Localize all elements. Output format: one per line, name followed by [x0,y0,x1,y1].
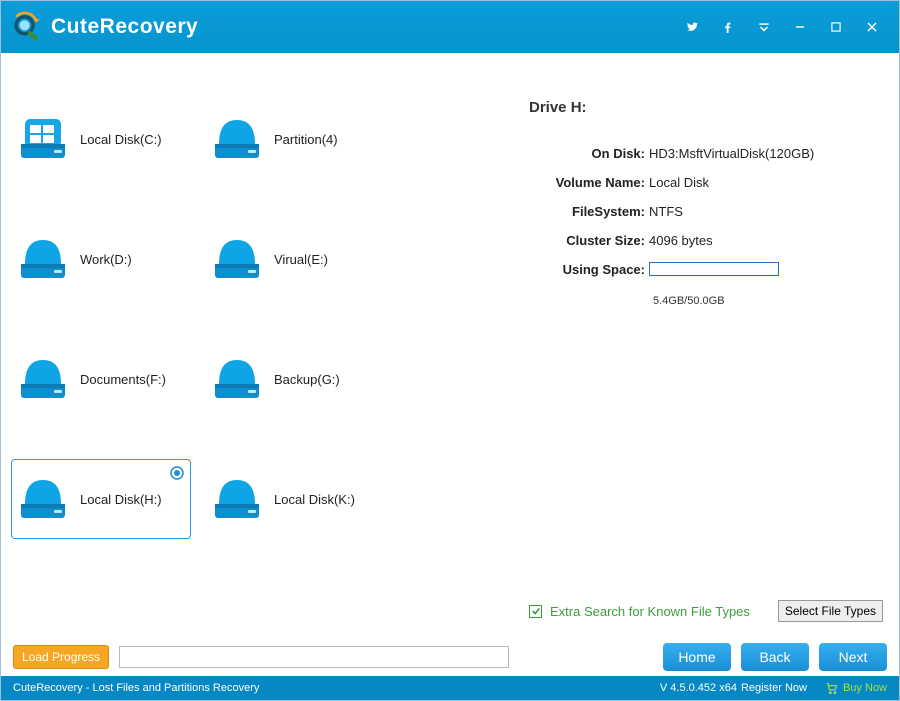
usage-bar [649,262,779,276]
usage-text: 5.4GB/50.0GB [653,295,883,307]
label-filesystem: FileSystem: [529,204,649,219]
drive-item-0[interactable]: Local Disk(C:) [11,99,191,179]
disk-icon [212,476,262,522]
drive-grid: Local Disk(C:) Partition(4) Work(D:) Virual… [11,99,505,539]
drive-label: Work(D:) [80,252,132,267]
disk-icon [212,116,262,162]
drive-label: Partition(4) [274,132,338,147]
footer-bar: Load Progress Home Back Next [1,638,899,676]
value-volume-name: Local Disk [649,175,709,190]
status-version: V 4.5.0.452 x64 [660,682,737,694]
drive-label: Local Disk(H:) [80,492,162,507]
drive-info-title: Drive H: [529,99,883,116]
label-using-space: Using Space: [529,262,649,279]
main-body: Local Disk(C:) Partition(4) Work(D:) Virual… [1,53,899,638]
next-button[interactable]: Next [819,643,887,671]
drive-item-4[interactable]: Documents(F:) [11,339,191,419]
drive-item-3[interactable]: Virual(E:) [205,219,385,299]
load-progress-button[interactable]: Load Progress [13,645,109,669]
dropdown-icon[interactable] [755,18,773,36]
minimize-icon[interactable] [791,18,809,36]
value-filesystem: NTFS [649,204,683,219]
drives-panel[interactable]: Local Disk(C:) Partition(4) Work(D:) Virual… [7,59,505,617]
label-cluster-size: Cluster Size: [529,233,649,248]
maximize-icon[interactable] [827,18,845,36]
info-panel: Drive H: On Disk:HD3:MsftVirtualDisk(120… [509,59,893,632]
extra-search-label: Extra Search for Known File Types [550,604,750,619]
app-logo-icon [11,10,45,44]
buy-now-link[interactable]: Buy Now [825,681,887,695]
drive-label: Virual(E:) [274,252,328,267]
back-button[interactable]: Back [741,643,809,671]
drive-label: Local Disk(K:) [274,492,355,507]
register-link[interactable]: Register Now [741,682,807,694]
select-file-types-button[interactable]: Select File Types [778,600,883,622]
home-button[interactable]: Home [663,643,731,671]
disk-icon [18,236,68,282]
value-using-space [649,262,779,279]
drive-item-1[interactable]: Partition(4) [205,99,385,179]
extra-search-row: Extra Search for Known File Types Select… [529,600,883,622]
drive-label: Local Disk(C:) [80,132,162,147]
drive-item-6[interactable]: Local Disk(H:) [11,459,191,539]
facebook-icon[interactable] [719,18,737,36]
value-on-disk: HD3:MsftVirtualDisk(120GB) [649,146,814,161]
selected-radio-icon [170,466,184,485]
disk-icon [212,356,262,402]
buy-now-label: Buy Now [843,682,887,694]
window-controls [683,18,889,36]
cart-icon [825,681,839,695]
extra-search-checkbox[interactable] [529,605,542,618]
disk-icon [212,236,262,282]
twitter-icon[interactable] [683,18,701,36]
status-bar: CuteRecovery - Lost Files and Partitions… [1,676,899,700]
title-bar: CuteRecovery [1,1,899,53]
close-icon[interactable] [863,18,881,36]
status-tagline: CuteRecovery - Lost Files and Partitions… [13,682,259,694]
drive-item-2[interactable]: Work(D:) [11,219,191,299]
windows-disk-icon [18,116,68,162]
label-on-disk: On Disk: [529,146,649,161]
label-volume-name: Volume Name: [529,175,649,190]
progress-path-input[interactable] [119,646,509,668]
value-cluster-size: 4096 bytes [649,233,713,248]
disk-icon [18,356,68,402]
app-title: CuteRecovery [51,15,198,39]
drive-item-7[interactable]: Local Disk(K:) [205,459,385,539]
drive-label: Backup(G:) [274,372,340,387]
disk-icon [18,476,68,522]
app-window: CuteRecovery Local Disk(C:) Partition(4) W… [0,0,900,701]
drive-item-5[interactable]: Backup(G:) [205,339,385,419]
drive-label: Documents(F:) [80,372,166,387]
